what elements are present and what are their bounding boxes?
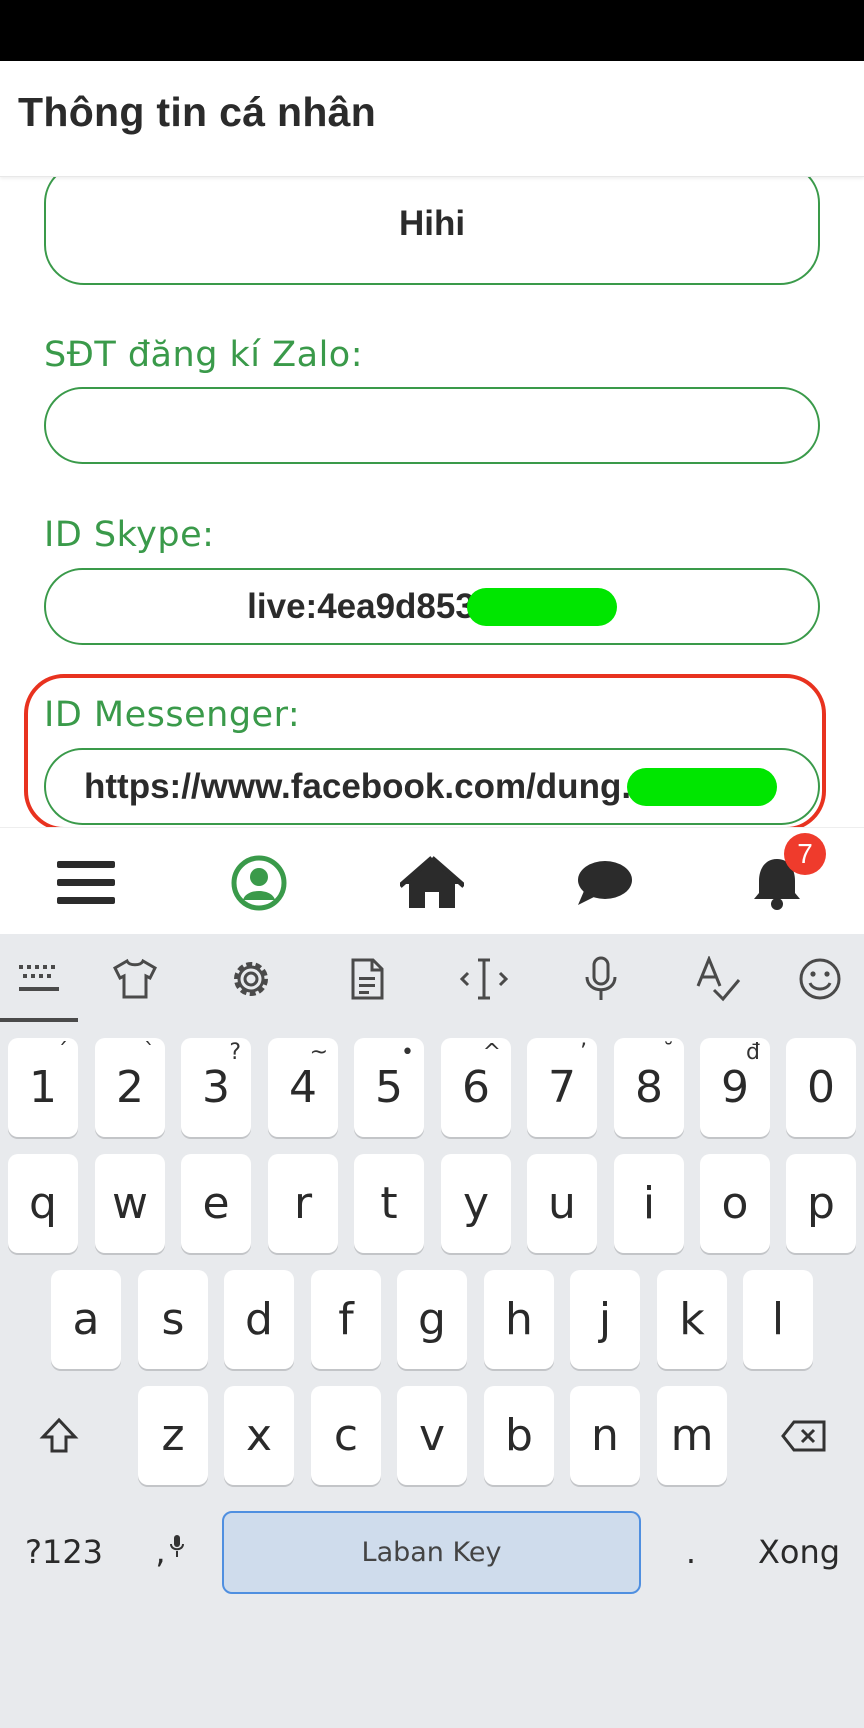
key-k[interactable]: k bbox=[657, 1270, 727, 1369]
key-label: 0 bbox=[807, 1062, 835, 1113]
key-w[interactable]: w bbox=[95, 1154, 165, 1253]
key-0[interactable]: 0 bbox=[786, 1038, 856, 1137]
key-2[interactable]: 2 ` bbox=[95, 1038, 165, 1137]
key-hint: ~ bbox=[309, 1040, 328, 1065]
messenger-label: ID Messenger: bbox=[44, 695, 301, 735]
name-field-value: Hihi bbox=[398, 204, 466, 243]
keyboard-toolbar bbox=[0, 934, 864, 1022]
key-d[interactable]: d bbox=[224, 1270, 294, 1369]
profile-form: Hihi SĐT đăng kí Zalo: ID Skype: live:4e… bbox=[0, 177, 864, 827]
key-y[interactable]: y bbox=[441, 1154, 511, 1253]
messenger-id-field[interactable]: https://www.facebook.com/dung. bbox=[44, 748, 820, 825]
key-v[interactable]: v bbox=[397, 1386, 467, 1485]
skype-id-field[interactable]: live:4ea9d853 bbox=[44, 568, 820, 645]
backspace-icon bbox=[781, 1420, 826, 1451]
bottom-nav: 7 bbox=[0, 827, 864, 934]
key-4[interactable]: 4 ~ bbox=[268, 1038, 338, 1137]
key-p[interactable]: p bbox=[786, 1154, 856, 1253]
profile-icon[interactable] bbox=[224, 848, 294, 918]
symbols-key[interactable]: ?123 bbox=[14, 1510, 114, 1594]
key-8[interactable]: 8 ˘ bbox=[614, 1038, 684, 1137]
name-field[interactable]: Hihi bbox=[44, 177, 820, 285]
key-m[interactable]: m bbox=[657, 1386, 727, 1485]
notification-badge: 7 bbox=[784, 833, 826, 875]
key-hint: ˘ bbox=[663, 1040, 674, 1065]
active-tab-indicator bbox=[0, 1018, 78, 1022]
page-title: Thông tin cá nhân bbox=[18, 89, 377, 135]
key-label: 5 bbox=[375, 1062, 403, 1113]
cursor-icon[interactable] bbox=[459, 954, 509, 1004]
app-header: Thông tin cá nhân bbox=[0, 61, 864, 177]
skype-label: ID Skype: bbox=[44, 515, 215, 555]
key-i[interactable]: i bbox=[614, 1154, 684, 1253]
shift-key[interactable] bbox=[20, 1386, 98, 1485]
key-hint: ` bbox=[144, 1040, 155, 1065]
key-a[interactable]: a bbox=[51, 1270, 121, 1369]
home-icon[interactable] bbox=[397, 848, 467, 918]
theme-icon[interactable] bbox=[110, 954, 160, 1004]
key-hint: • bbox=[401, 1040, 414, 1065]
key-1[interactable]: 1 ´ bbox=[8, 1038, 78, 1137]
key-hint: ´ bbox=[57, 1040, 68, 1065]
key-j[interactable]: j bbox=[570, 1270, 640, 1369]
key-3[interactable]: 3? bbox=[181, 1038, 251, 1137]
key-label: 7 bbox=[548, 1062, 576, 1113]
skype-id-value: live:4ea9d853 bbox=[247, 586, 475, 626]
spellcheck-icon[interactable] bbox=[693, 954, 743, 1004]
key-q[interactable]: q bbox=[8, 1154, 78, 1253]
settings-icon[interactable] bbox=[226, 954, 276, 1004]
key-hint: đ bbox=[746, 1040, 760, 1065]
key-label: 6 bbox=[462, 1062, 490, 1113]
redaction-mark bbox=[627, 767, 778, 806]
key-hint: ? bbox=[229, 1040, 241, 1065]
key-6[interactable]: 6 ^ bbox=[441, 1038, 511, 1137]
key-hint: ^ bbox=[482, 1040, 501, 1065]
mic-icon[interactable] bbox=[576, 954, 626, 1004]
key-l[interactable]: l bbox=[743, 1270, 813, 1369]
zalo-label: SĐT đăng kí Zalo: bbox=[44, 335, 364, 375]
key-o[interactable]: o bbox=[700, 1154, 770, 1253]
comma-label: , bbox=[155, 1533, 166, 1571]
key-c[interactable]: c bbox=[311, 1386, 381, 1485]
redaction-mark bbox=[466, 587, 617, 626]
key-hint: ’ bbox=[580, 1040, 587, 1065]
key-z[interactable]: z bbox=[138, 1386, 208, 1485]
key-label: 9 bbox=[721, 1062, 749, 1113]
key-5[interactable]: 5 • bbox=[354, 1038, 424, 1137]
emoji-icon[interactable] bbox=[795, 954, 845, 1004]
done-key[interactable]: Xong bbox=[746, 1510, 852, 1594]
chat-icon[interactable] bbox=[570, 848, 640, 918]
key-r[interactable]: r bbox=[268, 1154, 338, 1253]
key-u[interactable]: u bbox=[527, 1154, 597, 1253]
key-g[interactable]: g bbox=[397, 1270, 467, 1369]
key-7[interactable]: 7’ bbox=[527, 1038, 597, 1137]
keyboard-icon[interactable] bbox=[15, 954, 65, 1004]
space-key[interactable]: Laban Key bbox=[222, 1511, 641, 1594]
key-s[interactable]: s bbox=[138, 1270, 208, 1369]
menu-icon[interactable] bbox=[51, 848, 121, 918]
backspace-key[interactable] bbox=[765, 1386, 843, 1485]
key-9[interactable]: 9đ bbox=[700, 1038, 770, 1137]
key-label: 4 bbox=[289, 1062, 317, 1113]
key-label: 2 bbox=[116, 1062, 144, 1113]
comma-key[interactable]: , bbox=[140, 1510, 200, 1594]
zalo-phone-field[interactable] bbox=[44, 387, 820, 464]
key-x[interactable]: x bbox=[224, 1386, 294, 1485]
key-label: 1 bbox=[29, 1062, 57, 1113]
clipboard-icon[interactable] bbox=[342, 954, 392, 1004]
shift-icon bbox=[39, 1417, 79, 1452]
period-key[interactable]: . bbox=[660, 1510, 722, 1594]
key-n[interactable]: n bbox=[570, 1386, 640, 1485]
status-bar bbox=[0, 0, 864, 61]
key-t[interactable]: t bbox=[354, 1154, 424, 1253]
messenger-id-value: https://www.facebook.com/dung. bbox=[84, 766, 632, 806]
keyboard: 1 ´ 2 ` 3? 4 ~ 5 • 6 ^ 7’ 8 ˘ 9đ 0 q w e r t y… bbox=[0, 934, 864, 1728]
key-f[interactable]: f bbox=[311, 1270, 381, 1369]
key-h[interactable]: h bbox=[484, 1270, 554, 1369]
key-label: 3 bbox=[202, 1062, 230, 1113]
key-label: 8 bbox=[635, 1062, 663, 1113]
key-b[interactable]: b bbox=[484, 1386, 554, 1485]
mic-small-icon bbox=[169, 1535, 184, 1557]
key-e[interactable]: e bbox=[181, 1154, 251, 1253]
